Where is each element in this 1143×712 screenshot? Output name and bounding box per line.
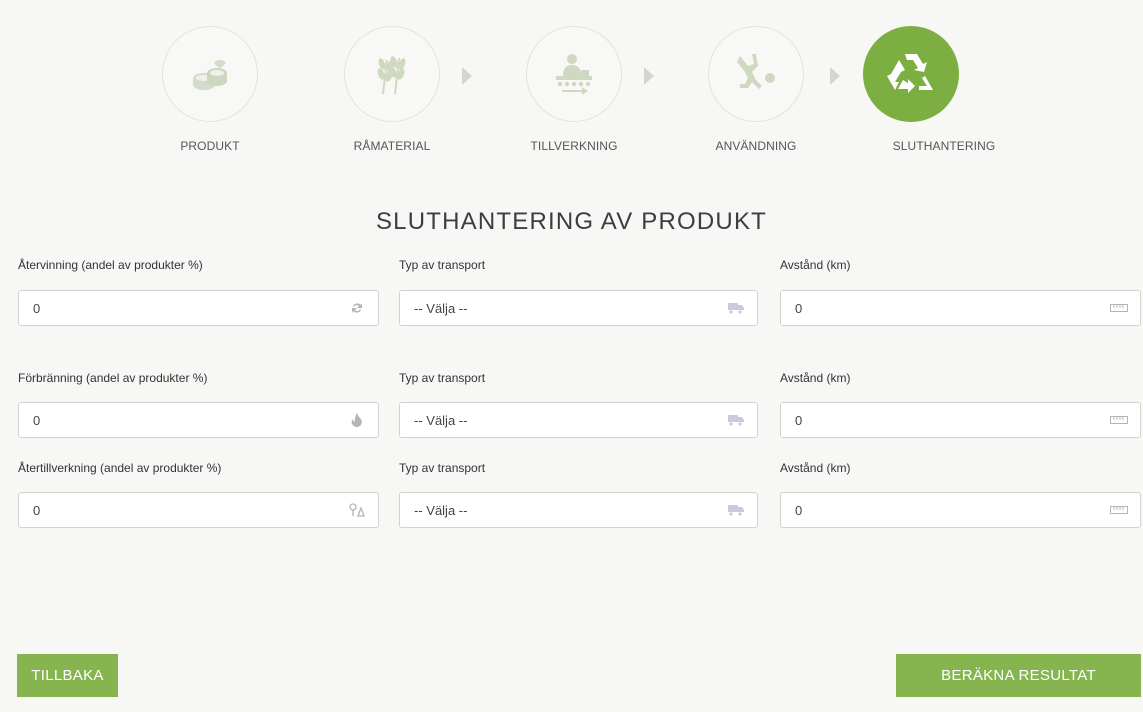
page-title: SLUTHANTERING AV PRODUKT xyxy=(375,208,768,235)
step-label-sluthantering: SLUTHANTERING xyxy=(892,139,996,153)
calculate-result-button[interactable]: BERÄKNA RESULTAT xyxy=(896,654,1141,697)
wheat-icon xyxy=(377,56,406,95)
step-anvandning[interactable] xyxy=(708,26,804,122)
truck-icon xyxy=(727,412,745,428)
incineration-label: Förbränning (andel av produkter %) xyxy=(18,371,208,385)
distance-input-2[interactable]: 0 xyxy=(780,402,1141,438)
incineration-input[interactable]: 0 xyxy=(18,402,379,438)
truck-icon xyxy=(727,502,745,518)
distance-value-3: 0 xyxy=(795,503,803,518)
recycle-icon xyxy=(887,54,933,93)
transport-value-3: -- Välja -- xyxy=(414,503,468,518)
step-arrow-2 xyxy=(644,67,654,85)
factory-worker-icon xyxy=(556,54,592,95)
truck-icon xyxy=(727,300,745,316)
remanufacture-icon xyxy=(348,502,366,518)
transport-value-2: -- Välja -- xyxy=(414,413,468,428)
distance-label-1: Avstånd (km) xyxy=(780,258,851,272)
step-arrow-3 xyxy=(830,67,840,85)
distance-label-3: Avstånd (km) xyxy=(780,461,851,475)
remanufacturing-value: 0 xyxy=(33,503,41,518)
ruler-icon xyxy=(1110,502,1128,518)
distance-label-2: Avstånd (km) xyxy=(780,371,851,385)
distance-input-3[interactable]: 0 xyxy=(780,492,1141,528)
transport-select-1[interactable]: -- Välja -- xyxy=(399,290,758,326)
transport-label-2: Typ av transport xyxy=(399,371,486,385)
step-label-produkt: PRODUKT xyxy=(180,139,240,153)
refresh-icon xyxy=(348,300,366,316)
ruler-icon xyxy=(1110,412,1128,428)
distance-value-1: 0 xyxy=(795,301,803,316)
recycling-label: Återvinning (andel av produkter %) xyxy=(18,258,203,272)
step-tillverkning[interactable] xyxy=(526,26,622,122)
distance-input-1[interactable]: 0 xyxy=(780,290,1141,326)
distance-value-2: 0 xyxy=(795,413,803,428)
step-label-anvandning: ANVÄNDNING xyxy=(715,139,797,153)
step-label-tillverkning: TILLVERKNING xyxy=(530,139,618,153)
back-button[interactable]: TILLBAKA xyxy=(17,654,118,697)
transport-label-1: Typ av transport xyxy=(399,258,486,272)
transport-select-3[interactable]: -- Välja -- xyxy=(399,492,758,528)
person-using-icon xyxy=(737,54,775,89)
incineration-value: 0 xyxy=(33,413,41,428)
step-ramaterial[interactable] xyxy=(344,26,440,122)
flame-icon xyxy=(348,412,366,428)
transport-label-3: Typ av transport xyxy=(399,461,486,475)
ruler-icon xyxy=(1110,300,1128,316)
step-arrow-1 xyxy=(462,67,472,85)
recycling-input[interactable]: 0 xyxy=(18,290,379,326)
step-sluthantering[interactable] xyxy=(863,26,959,122)
step-label-ramaterial: RÅMATERIAL xyxy=(353,139,431,153)
transport-select-2[interactable]: -- Välja -- xyxy=(399,402,758,438)
recycling-value: 0 xyxy=(33,301,41,316)
transport-value-1: -- Välja -- xyxy=(414,301,468,316)
step-produkt[interactable] xyxy=(162,26,258,122)
product-icon xyxy=(193,60,227,90)
remanufacturing-input[interactable]: 0 xyxy=(18,492,379,528)
end-of-life-page: PRODUKT RÅMATERIAL TILLVERKNING ANVÄNDNI… xyxy=(0,0,1143,712)
remanufacturing-label: Återtillverkning (andel av produkter %) xyxy=(18,461,222,475)
